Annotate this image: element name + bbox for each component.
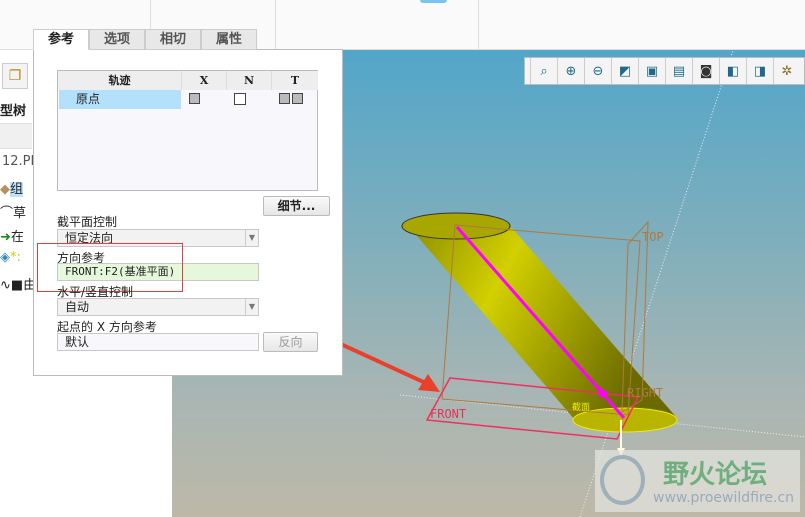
axis-line [579,50,734,517]
trajectory-row-origin[interactable]: 原点 [59,90,181,109]
curve-icon: ∿ [0,278,11,293]
reverse-button[interactable]: 反向 [263,332,318,352]
x-checkbox[interactable] [188,90,201,109]
display-style-icon[interactable]: ◧ [719,58,746,84]
tab-references[interactable]: 参考 [33,29,89,50]
col-header-trajectory: 轨迹 [58,71,182,90]
details-button[interactable]: 细节... [263,196,330,216]
ribbon-divider [478,0,479,50]
tab-tangency[interactable]: 相切 [145,29,201,50]
zoom-out-icon[interactable]: ⊖ [584,58,611,84]
zoom-in-icon[interactable]: ⊕ [557,58,584,84]
view-toolbar: ⌕ ⊕ ⊖ ◩ ▣ ▤ ◙ ◧ ◨ ✲ [524,57,805,85]
snapshot-icon[interactable]: ◙ [692,58,719,84]
hv-control-dropdown[interactable]: 自动 ▼ [57,298,259,316]
trajectory-table: 轨迹 X N T 原点 [57,70,318,191]
tab-options[interactable]: 选项 [89,29,145,50]
view-cube-icon[interactable]: ▣ [638,58,665,84]
t-checkbox-box [279,93,290,104]
zoom-fit-icon[interactable]: ⌕ [530,58,557,84]
col-header-n: N [227,71,272,90]
ribbon-divider [275,0,276,50]
watermark-logo-icon [600,455,645,505]
col-header-t: T [272,71,318,90]
tree-item-group[interactable]: ◆组 [0,178,24,197]
x-checkbox-box [189,93,200,104]
tree-item-sketch[interactable]: ⌒草 [0,202,26,221]
hv-control-value: 自动 [65,300,90,314]
repaint-icon[interactable]: ◩ [611,58,638,84]
saved-views-icon[interactable]: ▤ [665,58,692,84]
group-icon: ◆ [0,182,10,197]
feature-icon: ◈ [0,250,10,265]
col-header-x: X [182,71,227,90]
t-checkbox-box [292,93,303,104]
watermark: 野火论坛 www.proewildfire.cn [595,450,800,512]
x-dir-ref-collector[interactable]: 默认 [57,333,259,351]
tree-item-sweep[interactable]: ∿■由 [0,274,36,293]
t-checkboxes[interactable] [278,90,304,109]
datum-label-right: RIGHT [627,386,664,400]
model-tree-title: 型树 [0,104,27,119]
n-checkbox-box [234,93,246,105]
sketch-icon: ⌒ [0,206,14,221]
n-checkbox[interactable] [233,90,247,109]
datum-display-icon[interactable]: ✲ [773,58,800,84]
datum-label-top: TOP [642,230,664,244]
insert-arrow-icon: ➜ [0,230,11,245]
folders-icon[interactable]: ❐ [2,63,28,89]
datum-label-front: FRONT [430,407,467,421]
chevron-down-icon: ▼ [245,230,258,246]
tab-properties[interactable]: 属性 [201,29,257,50]
chevron-down-icon: ▼ [245,299,258,315]
reorient-icon[interactable]: ◨ [746,58,773,84]
tree-header [0,123,32,149]
watermark-title: 野火论坛 [663,460,768,490]
tree-item-insert[interactable]: ➜在 [0,226,24,245]
tab-bar: 参考 选项 相切 属性 [33,29,257,50]
section-label: 截面 [572,403,591,413]
tree-item-feature[interactable]: ◈*: [0,250,21,265]
cylinder-top [401,212,511,240]
watermark-url: www.proewildfire.cn [653,490,795,506]
ribbon-highlight [420,0,447,3]
section-control-label: 截平面控制 [57,215,118,229]
